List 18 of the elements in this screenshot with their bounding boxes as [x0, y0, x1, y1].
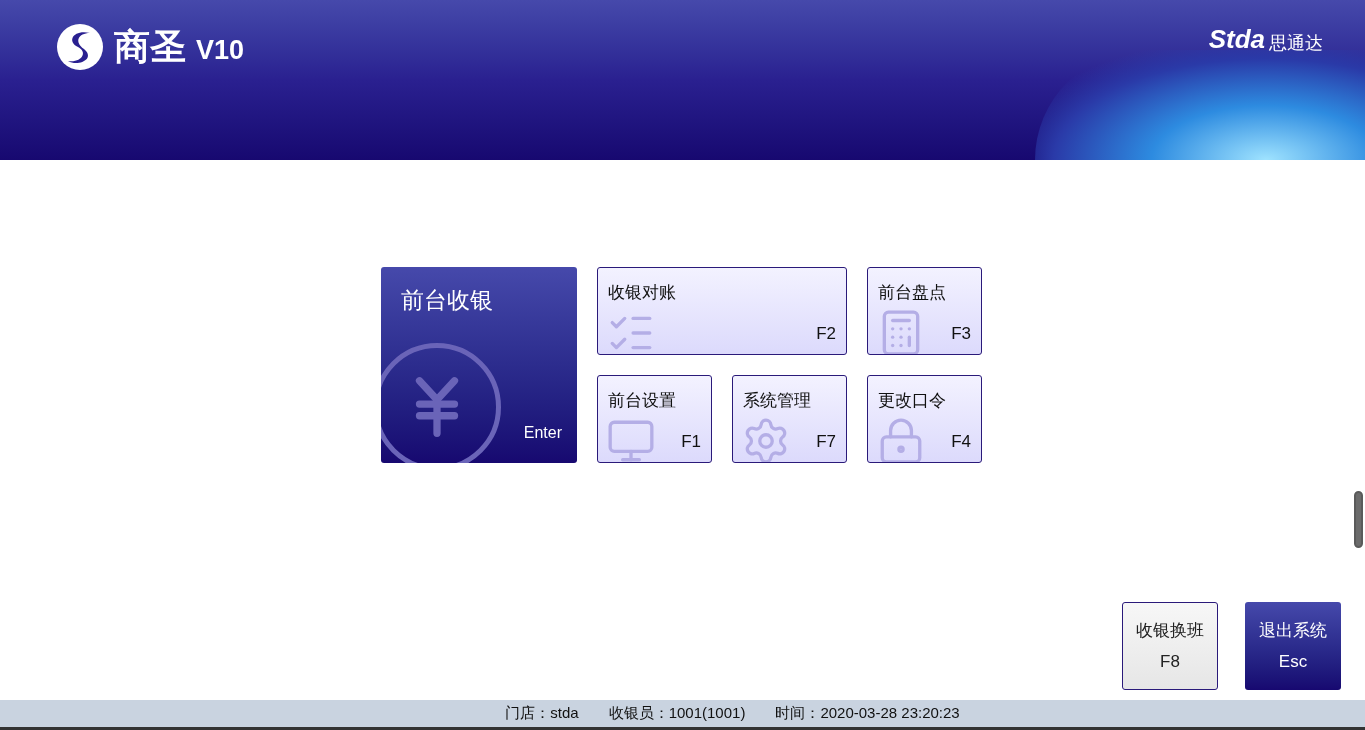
status-text: 收银员：1001(1001) — [608, 703, 746, 724]
partner-logo: Stda — [1208, 26, 1265, 52]
menu-tile[interactable]: 收银对账 F2 — [597, 267, 847, 355]
main-tile[interactable]: 前台收银 Enter — [381, 267, 577, 463]
partner-name: 思通达 — [1269, 34, 1323, 52]
menu-tile[interactable]: 系统管理 F7 — [732, 375, 847, 463]
menu-tile[interactable]: 前台盘点 F3 — [867, 267, 982, 355]
menu-tile[interactable]: 前台设置 F1 — [597, 375, 712, 463]
status-text: 门店：stda — [505, 703, 579, 724]
scrollbar-thumb[interactable] — [1354, 491, 1363, 548]
shortcut-button[interactable]: 收银换班 F8 — [1122, 602, 1218, 690]
version-label: V10 — [196, 33, 245, 67]
logo-icon — [56, 23, 104, 71]
brand-name: 商圣 — [114, 25, 186, 69]
menu-tile[interactable]: 更改口令 F4 — [867, 375, 982, 463]
shortcut-button[interactable]: 退出系统 Esc — [1245, 602, 1341, 690]
yen-coin-icon — [381, 343, 501, 463]
status-text: 时间：2020-03-28 23:20:23 — [775, 703, 960, 724]
